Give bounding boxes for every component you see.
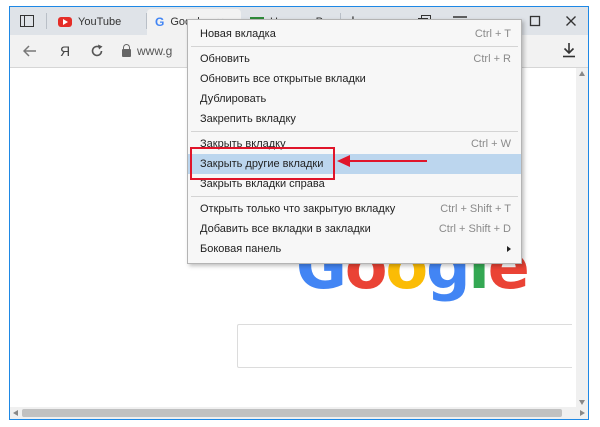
close-window-icon[interactable] [560,11,582,31]
annotation-highlight-box [190,147,335,180]
menu-item-label: Дублировать [200,93,267,105]
menu-item-shortcut: Ctrl + Shift + D [438,223,511,235]
menu-item-shortcut: Ctrl + R [473,53,511,65]
scrollbar-thumb[interactable] [22,409,562,417]
tab-divider [46,13,47,29]
google-search-input[interactable] [237,324,572,368]
back-arrow-icon[interactable] [20,41,40,61]
menu-item-label: Обновить [200,53,250,65]
menu-divider [191,196,518,197]
menu-item-duplicate[interactable]: Дублировать [188,89,521,109]
menu-item-new-tab[interactable]: Новая вкладка Ctrl + T [188,24,521,44]
annotation-arrow-icon [337,155,427,167]
scroll-down-icon[interactable] [579,400,585,405]
menu-item-side-panel[interactable]: Боковая панель [188,239,521,259]
google-g-icon: G [155,15,165,29]
address-bar[interactable]: www.g [122,40,192,61]
youtube-icon [58,17,72,27]
lock-icon [122,43,131,57]
download-icon[interactable] [560,42,578,60]
yandex-button[interactable]: Я [55,41,75,61]
menu-item-shortcut: Ctrl + T [474,28,511,40]
menu-item-label: Обновить все открытые вкладки [200,73,366,85]
menu-divider [191,131,518,132]
scroll-right-icon[interactable] [580,410,585,416]
menu-item-label: Открыть только что закрытую вкладку [200,203,396,215]
tab-context-menu: Новая вкладка Ctrl + T Обновить Ctrl + R… [187,19,522,264]
menu-item-label: Добавить все вкладки в закладки [200,223,371,235]
menu-item-shortcut: Ctrl + Shift + T [440,203,511,215]
menu-item-label: Новая вкладка [200,28,276,40]
url-text: www.g [137,43,173,58]
scroll-left-icon[interactable] [13,410,18,416]
vertical-scrollbar[interactable] [576,68,588,408]
submenu-arrow-icon [507,246,511,252]
menu-item-label: Боковая панель [200,243,282,255]
tab-label: YouTube [78,16,122,28]
tab-youtube[interactable]: YouTube [50,9,145,35]
menu-item-reload-all[interactable]: Обновить все открытые вкладки [188,69,521,89]
scroll-up-icon[interactable] [579,71,585,76]
horizontal-scrollbar[interactable] [10,407,588,419]
menu-item-label: Закрепить вкладку [200,113,296,125]
maximize-icon[interactable] [524,11,546,31]
menu-item-pin-tab[interactable]: Закрепить вкладку [188,109,521,129]
menu-item-reload[interactable]: Обновить Ctrl + R [188,49,521,69]
sidebar-toggle-icon[interactable] [16,11,38,31]
menu-item-reopen-closed-tab[interactable]: Открыть только что закрытую вкладку Ctrl… [188,199,521,219]
reload-icon[interactable] [87,41,107,61]
menu-item-shortcut: Ctrl + W [470,138,511,150]
menu-item-bookmark-all-tabs[interactable]: Добавить все вкладки в закладки Ctrl + S… [188,219,521,239]
menu-divider [191,46,518,47]
